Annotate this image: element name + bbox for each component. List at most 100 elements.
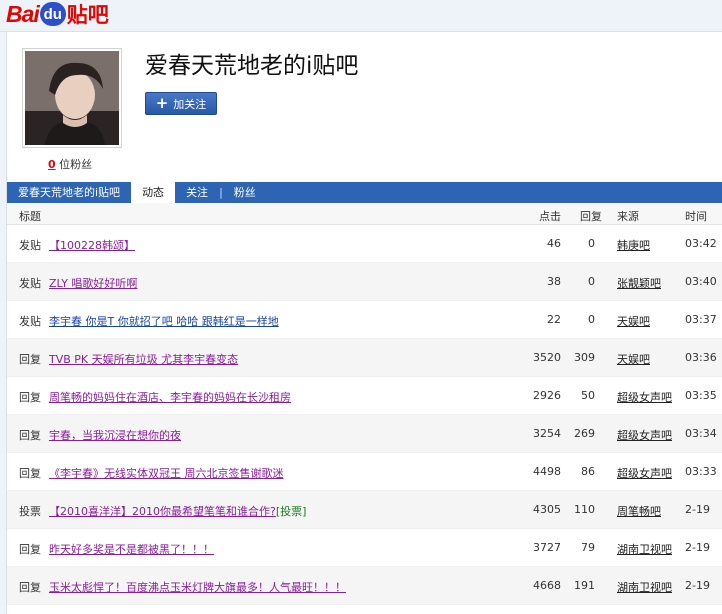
follow-label: 加关注 [173, 97, 207, 111]
fans-count: 0 位粉丝 [48, 156, 92, 172]
row-title-text: 玉米太彪悍了！百度沸点玉米灯牌大旗最多！人气最旺！！！ [49, 581, 346, 594]
row-source-link[interactable]: 超级女声吧 [617, 465, 672, 481]
row-title-link[interactable]: 昨天好多奖是不是都被黑了！！！ [49, 541, 214, 557]
row-replies: 309 [574, 351, 595, 364]
row-type: 回复 [19, 581, 41, 594]
row-title-link[interactable]: 玉米太彪悍了！百度沸点玉米灯牌大旗最多！人气最旺！！！ [49, 579, 346, 595]
row-title-link[interactable]: 宇春，当我沉浸在想你的夜 [49, 427, 181, 443]
left-edge-bar [0, 32, 7, 614]
header-replies: 回复 [580, 210, 602, 223]
row-replies: 0 [588, 275, 595, 288]
row-title-text: 李宇春 你是T 你就招了吧 哈哈 跟韩红是一样地 [49, 315, 279, 328]
row-source-link[interactable]: 天娱吧 [617, 313, 650, 329]
row-title-link[interactable]: 李宇春 你是T 你就招了吧 哈哈 跟韩红是一样地 [49, 313, 279, 329]
row-clicks: 46 [547, 237, 561, 250]
row-type: 回复 [19, 353, 41, 366]
header-time: 时间 [685, 210, 707, 223]
avatar[interactable] [22, 48, 122, 148]
table-row: 回复 TVB PK 天娱所有垃圾 尤其李宇春变态 3520 309 天娱吧 03… [7, 339, 722, 377]
nav-fans[interactable]: 粉丝 [223, 182, 267, 203]
follow-button[interactable]: + 加关注 [145, 92, 217, 115]
row-type: 回复 [19, 429, 41, 442]
row-title-link[interactable]: 【100228韩颂】 [49, 237, 135, 253]
header-title: 标题 [19, 210, 41, 223]
logo-tieba-text: 贴吧 [66, 3, 109, 27]
row-time: 2-19 [685, 579, 710, 592]
row-source-link[interactable]: 张靓颖吧 [617, 275, 661, 291]
row-title-group: 【2010喜洋洋】2010你最希望笔笔和谁合作?[投票] [49, 503, 306, 519]
row-title-text: TVB PK 天娱所有垃圾 尤其李宇春变态 [49, 353, 239, 366]
row-type: 发贴 [19, 277, 41, 290]
row-clicks: 3727 [533, 541, 561, 554]
row-clicks: 22 [547, 313, 561, 326]
row-replies: 86 [581, 465, 595, 478]
row-type: 发贴 [19, 239, 41, 252]
row-title-text: 【100228韩颂】 [49, 239, 135, 252]
row-replies: 79 [581, 541, 595, 554]
row-source-link[interactable]: 周笔畅吧 [617, 503, 661, 519]
row-replies: 0 [588, 313, 595, 326]
row-time: 03:42 [685, 237, 717, 250]
table-row: 发贴 ZLY 唱歌好好听啊 38 0 张靓颖吧 03:40 [7, 263, 722, 301]
row-title-link[interactable]: 周笔畅的妈妈住在酒店、李宇春的妈妈在长沙租房 [49, 389, 291, 405]
row-time: 03:35 [685, 389, 717, 402]
row-time: 03:37 [685, 313, 717, 326]
row-title-link[interactable]: TVB PK 天娱所有垃圾 尤其李宇春变态 [49, 351, 238, 367]
row-time: 2-19 [685, 503, 710, 516]
table-row: 回复 玉米太彪悍了！百度沸点玉米灯牌大旗最多！人气最旺！！！ 4668 191 … [7, 567, 722, 605]
row-title-text: 《李宇春》无线实体双冠王 周六北京签售谢歌迷 [49, 467, 284, 480]
row-source-link[interactable]: 超级女声吧 [617, 389, 672, 405]
row-clicks: 3520 [533, 351, 561, 364]
paw-icon: du [39, 2, 66, 26]
row-replies: 50 [581, 389, 595, 402]
row-title-link[interactable]: ZLY 唱歌好好听啊 [49, 275, 137, 291]
vote-tag-link[interactable]: [投票] [276, 505, 307, 518]
row-title-text: ZLY 唱歌好好听啊 [49, 277, 138, 290]
row-source-link[interactable]: 湖南卫视吧 [617, 541, 672, 557]
table-row: 回复 周笔畅的妈妈住在酒店、李宇春的妈妈在长沙租房 2926 50 超级女声吧 … [7, 377, 722, 415]
row-type: 回复 [19, 391, 41, 404]
fans-number[interactable]: 0 [48, 158, 56, 171]
row-type: 回复 [19, 467, 41, 480]
row-clicks: 4498 [533, 465, 561, 478]
table-row: 投票 【2010喜洋洋】2010你最希望笔笔和谁合作?[投票] 4305 110… [7, 491, 722, 529]
row-type: 发贴 [19, 315, 41, 328]
row-title-link[interactable]: 【2010喜洋洋】2010你最希望笔笔和谁合作? [49, 505, 276, 518]
row-title-link[interactable]: 《李宇春》无线实体双冠王 周六北京签售谢歌迷 [49, 465, 284, 481]
row-source-link[interactable]: 湖南卫视吧 [617, 579, 672, 595]
row-time: 2-19 [685, 541, 710, 554]
row-replies: 110 [574, 503, 595, 516]
row-source-link[interactable]: 超级女声吧 [617, 427, 672, 443]
table-row: 发贴 李宇春 你是T 你就招了吧 哈哈 跟韩红是一样地 22 0 天娱吧 03:… [7, 301, 722, 339]
nav-following[interactable]: 关注 [175, 182, 219, 203]
row-title-text: 宇春，当我沉浸在想你的夜 [49, 429, 181, 442]
table-row: 回复 《李宇春》无线实体双冠王 周六北京签售谢歌迷 4498 86 超级女声吧 … [7, 453, 722, 491]
top-bar: Bai du 贴吧 [0, 0, 722, 32]
row-title-text: 昨天好多奖是不是都被黑了！！！ [49, 543, 214, 556]
row-time: 03:36 [685, 351, 717, 364]
row-source-link[interactable]: 韩庚吧 [617, 237, 650, 253]
row-clicks: 4305 [533, 503, 561, 516]
header-clicks: 点击 [539, 210, 561, 223]
row-time: 03:33 [685, 465, 717, 478]
row-title-text: 周笔畅的妈妈住在酒店、李宇春的妈妈在长沙租房 [49, 391, 291, 404]
avatar-photo [25, 51, 119, 145]
baidu-tieba-logo[interactable]: Bai du 贴吧 [6, 0, 109, 28]
table-row: 回复 昨天好多奖是不是都被黑了！！！ 3727 79 湖南卫视吧 2-19 [7, 529, 722, 567]
row-clicks: 4668 [533, 579, 561, 592]
row-type: 回复 [19, 543, 41, 556]
table-row: 发贴 【100228韩颂】 46 0 韩庚吧 03:42 [7, 225, 722, 263]
row-clicks: 2926 [533, 389, 561, 402]
row-time: 03:34 [685, 427, 717, 440]
page-title: 爱春天荒地老的i贴吧 [145, 53, 359, 79]
nav-activity[interactable]: 动态 [131, 182, 176, 203]
nav-home[interactable]: 爱春天荒地老的i贴吧 [7, 182, 131, 203]
table-row: 回复 宇春，当我沉浸在想你的夜 3254 269 超级女声吧 03:34 [7, 415, 722, 453]
table-header: 标题 点击 回复 来源 时间 [7, 203, 722, 225]
row-replies: 0 [588, 237, 595, 250]
row-source-link[interactable]: 天娱吧 [617, 351, 650, 367]
row-clicks: 38 [547, 275, 561, 288]
row-time: 03:40 [685, 275, 717, 288]
fans-label: 位粉丝 [59, 158, 93, 171]
plus-icon: + [155, 94, 169, 112]
